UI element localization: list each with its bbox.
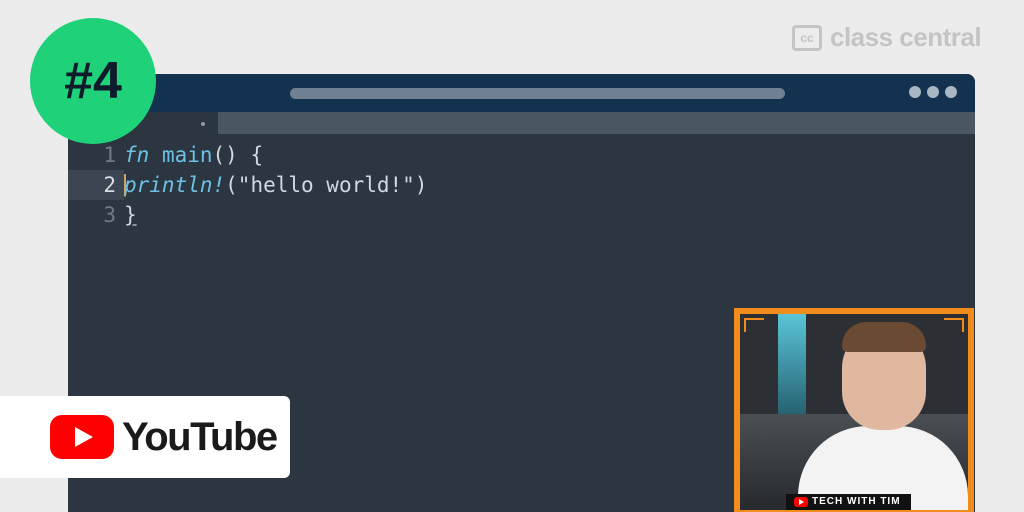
line-number: 3 xyxy=(103,203,116,227)
line-number: 1 xyxy=(103,143,116,167)
code-area[interactable]: 1 fn main() { 2 println!("hello world!")… xyxy=(68,140,975,230)
channel-label: TECH WITH TIM xyxy=(786,494,911,510)
keyword-fn: fn xyxy=(124,143,150,167)
code-line: 3 } xyxy=(68,200,975,230)
line-number: 2 xyxy=(68,170,124,200)
youtube-play-icon xyxy=(50,415,114,459)
webcam-video: TECH WITH TIM xyxy=(740,314,968,510)
webcam-overlay: TECH WITH TIM xyxy=(734,308,974,512)
editor-tab-bar xyxy=(68,112,975,134)
brand-name: class central xyxy=(830,22,982,52)
class-central-logo: cc class central xyxy=(792,22,982,53)
menu-dot-icon xyxy=(945,86,957,98)
code-text: fn main() { xyxy=(124,140,263,170)
youtube-card: YouTube xyxy=(0,396,290,478)
unsaved-dot-icon xyxy=(201,122,205,126)
text-cursor xyxy=(124,174,126,196)
function-name: main xyxy=(161,143,213,167)
macro-name: println! xyxy=(124,173,226,197)
window-menu-dots[interactable] xyxy=(909,86,957,98)
episode-number: #4 xyxy=(64,52,122,110)
window-titlebar xyxy=(68,74,975,112)
youtube-mini-icon xyxy=(794,497,808,507)
menu-dot-icon xyxy=(927,86,939,98)
presenter-hair xyxy=(842,322,926,352)
menu-dot-icon xyxy=(909,86,921,98)
code-text: println!("hello world!") xyxy=(124,170,427,200)
channel-name: TECH WITH TIM xyxy=(812,496,901,507)
frame-corner xyxy=(744,318,764,332)
episode-badge: #4 xyxy=(30,18,156,144)
code-text: } xyxy=(124,203,137,227)
code-line-active: 2 println!("hello world!") xyxy=(68,170,975,200)
frame-corner xyxy=(944,318,964,332)
address-bar[interactable] xyxy=(290,88,785,99)
code-line: 1 fn main() { xyxy=(68,140,975,170)
youtube-wordmark: YouTube xyxy=(122,414,278,459)
background-light xyxy=(778,314,806,424)
string-arg: ("hello world!") xyxy=(225,173,428,197)
cc-logo-icon: cc xyxy=(792,24,822,51)
code-punctuation: () { xyxy=(212,143,264,167)
